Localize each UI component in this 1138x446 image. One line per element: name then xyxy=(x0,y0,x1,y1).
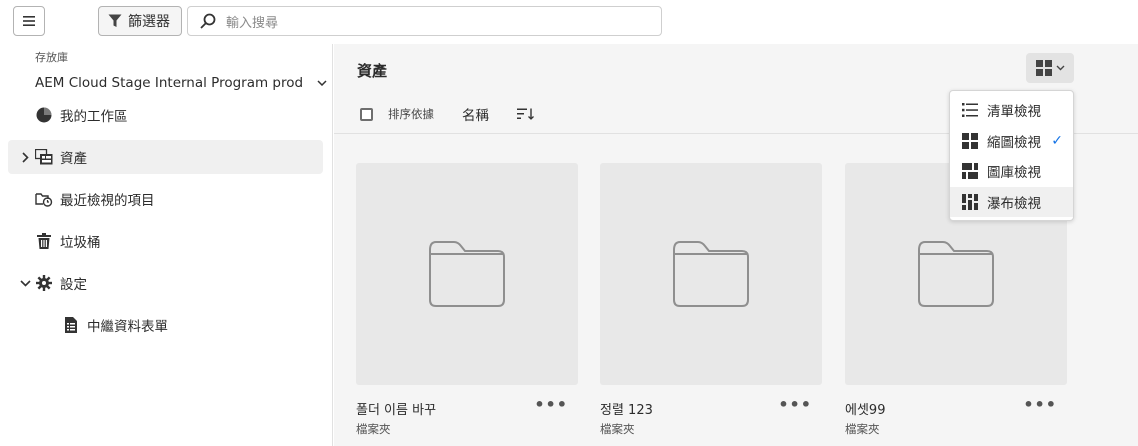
sidebar-item-label: 最近檢視的項目 xyxy=(60,193,155,209)
asset-card[interactable]: 폴더 이름 바꾸 檔案夾 ••• xyxy=(356,163,578,436)
select-all-checkbox[interactable] xyxy=(360,107,373,121)
card-thumbnail[interactable] xyxy=(600,163,822,385)
folder-icon xyxy=(673,241,749,307)
view-menu: 清單檢視 縮圖檢視 ✓ 圖庫檢視 瀑布檢視 xyxy=(949,90,1074,221)
filter-label: 篩選器 xyxy=(128,14,170,30)
repository-select[interactable]: AEM Cloud Stage Internal Program prod xyxy=(35,75,327,91)
sidebar-item-assets[interactable]: 資產 xyxy=(8,140,323,174)
asset-card[interactable]: 정렬 123 檔案夾 ••• xyxy=(600,163,822,436)
repository-label: 存放庫 xyxy=(35,51,68,64)
waterfall-view-icon xyxy=(962,193,978,210)
hamburger-menu-button[interactable] xyxy=(13,6,45,36)
sidebar-item-label: 我的工作區 xyxy=(60,109,128,125)
form-icon xyxy=(62,316,80,334)
grid-view-icon xyxy=(1035,60,1052,76)
sidebar-item-label: 中繼資料表單 xyxy=(87,319,168,335)
view-menu-item-label: 清單檢視 xyxy=(987,104,1041,121)
chevron-down-icon xyxy=(317,80,327,86)
view-menu-item-gallery[interactable]: 圖庫檢視 xyxy=(950,156,1073,187)
chevron-down-icon[interactable] xyxy=(18,279,32,287)
more-actions-icon[interactable]: ••• xyxy=(534,395,568,414)
card-thumbnail[interactable] xyxy=(356,163,578,385)
sort-descending-icon xyxy=(517,108,534,120)
card-title: 폴더 이름 바꾸 xyxy=(356,403,437,418)
sidebar-item-label: 資產 xyxy=(60,151,87,167)
card-type: 檔案夾 xyxy=(600,422,635,436)
view-menu-item-label: 縮圖檢視 xyxy=(987,134,1041,151)
view-switcher-button[interactable] xyxy=(1026,53,1074,83)
card-type: 檔案夾 xyxy=(356,422,391,436)
folder-icon xyxy=(429,241,505,307)
search-input[interactable]: 輸入搜尋 xyxy=(187,6,662,36)
view-menu-item-label: 圖庫檢視 xyxy=(987,165,1041,182)
more-actions-icon[interactable]: ••• xyxy=(1023,395,1057,414)
thumbnail-view-icon xyxy=(962,132,978,149)
view-menu-item-thumbnail[interactable]: 縮圖檢視 ✓ xyxy=(950,126,1073,157)
sidebar-item-metadata-forms[interactable]: 中繼資料表單 xyxy=(8,308,323,342)
workspace-icon xyxy=(35,106,53,124)
sort-field-button[interactable]: 名稱 xyxy=(462,104,489,124)
sidebar-item-workspace[interactable]: 我的工作區 xyxy=(8,98,323,132)
repository-value: AEM Cloud Stage Internal Program prod xyxy=(35,75,304,91)
card-title: 에셋99 xyxy=(845,403,886,418)
assets-icon xyxy=(35,148,53,166)
sort-bar: 排序依據 名稱 xyxy=(360,104,535,124)
view-menu-item-waterfall[interactable]: 瀑布檢視 xyxy=(950,186,1073,217)
card-type: 檔案夾 xyxy=(845,422,880,436)
sidebar-item-label: 垃圾桶 xyxy=(60,235,101,251)
top-bar: 篩選器 輸入搜尋 xyxy=(0,0,1138,44)
sidebar-item-recent[interactable]: 最近檢視的項目 xyxy=(8,182,323,216)
gear-icon xyxy=(35,274,53,292)
more-actions-icon[interactable]: ••• xyxy=(778,395,812,414)
chevron-right-icon[interactable] xyxy=(18,151,32,163)
sort-label: 排序依據 xyxy=(388,107,434,121)
folder-icon xyxy=(918,241,994,307)
view-menu-item-list[interactable]: 清單檢視 xyxy=(950,95,1073,126)
hamburger-icon xyxy=(23,16,35,26)
search-placeholder: 輸入搜尋 xyxy=(226,15,279,31)
sort-direction-button[interactable] xyxy=(517,108,535,120)
recent-icon xyxy=(35,190,53,208)
sidebar-item-label: 設定 xyxy=(60,277,87,293)
list-view-icon xyxy=(962,103,978,118)
checkmark-icon: ✓ xyxy=(1051,132,1063,149)
page-title: 資產 xyxy=(357,62,388,80)
filter-icon xyxy=(108,14,122,27)
filter-button[interactable]: 篩選器 xyxy=(98,6,182,36)
card-title: 정렬 123 xyxy=(600,403,653,418)
search-icon xyxy=(200,13,216,29)
gallery-view-icon xyxy=(962,163,978,180)
chevron-down-icon xyxy=(1056,65,1064,71)
sidebar-item-settings[interactable]: 設定 xyxy=(8,266,323,300)
view-menu-item-label: 瀑布檢視 xyxy=(987,195,1041,212)
sidebar: 存放庫 AEM Cloud Stage Internal Program pro… xyxy=(0,44,333,446)
trash-icon xyxy=(35,232,53,250)
sidebar-item-trash[interactable]: 垃圾桶 xyxy=(8,224,323,258)
